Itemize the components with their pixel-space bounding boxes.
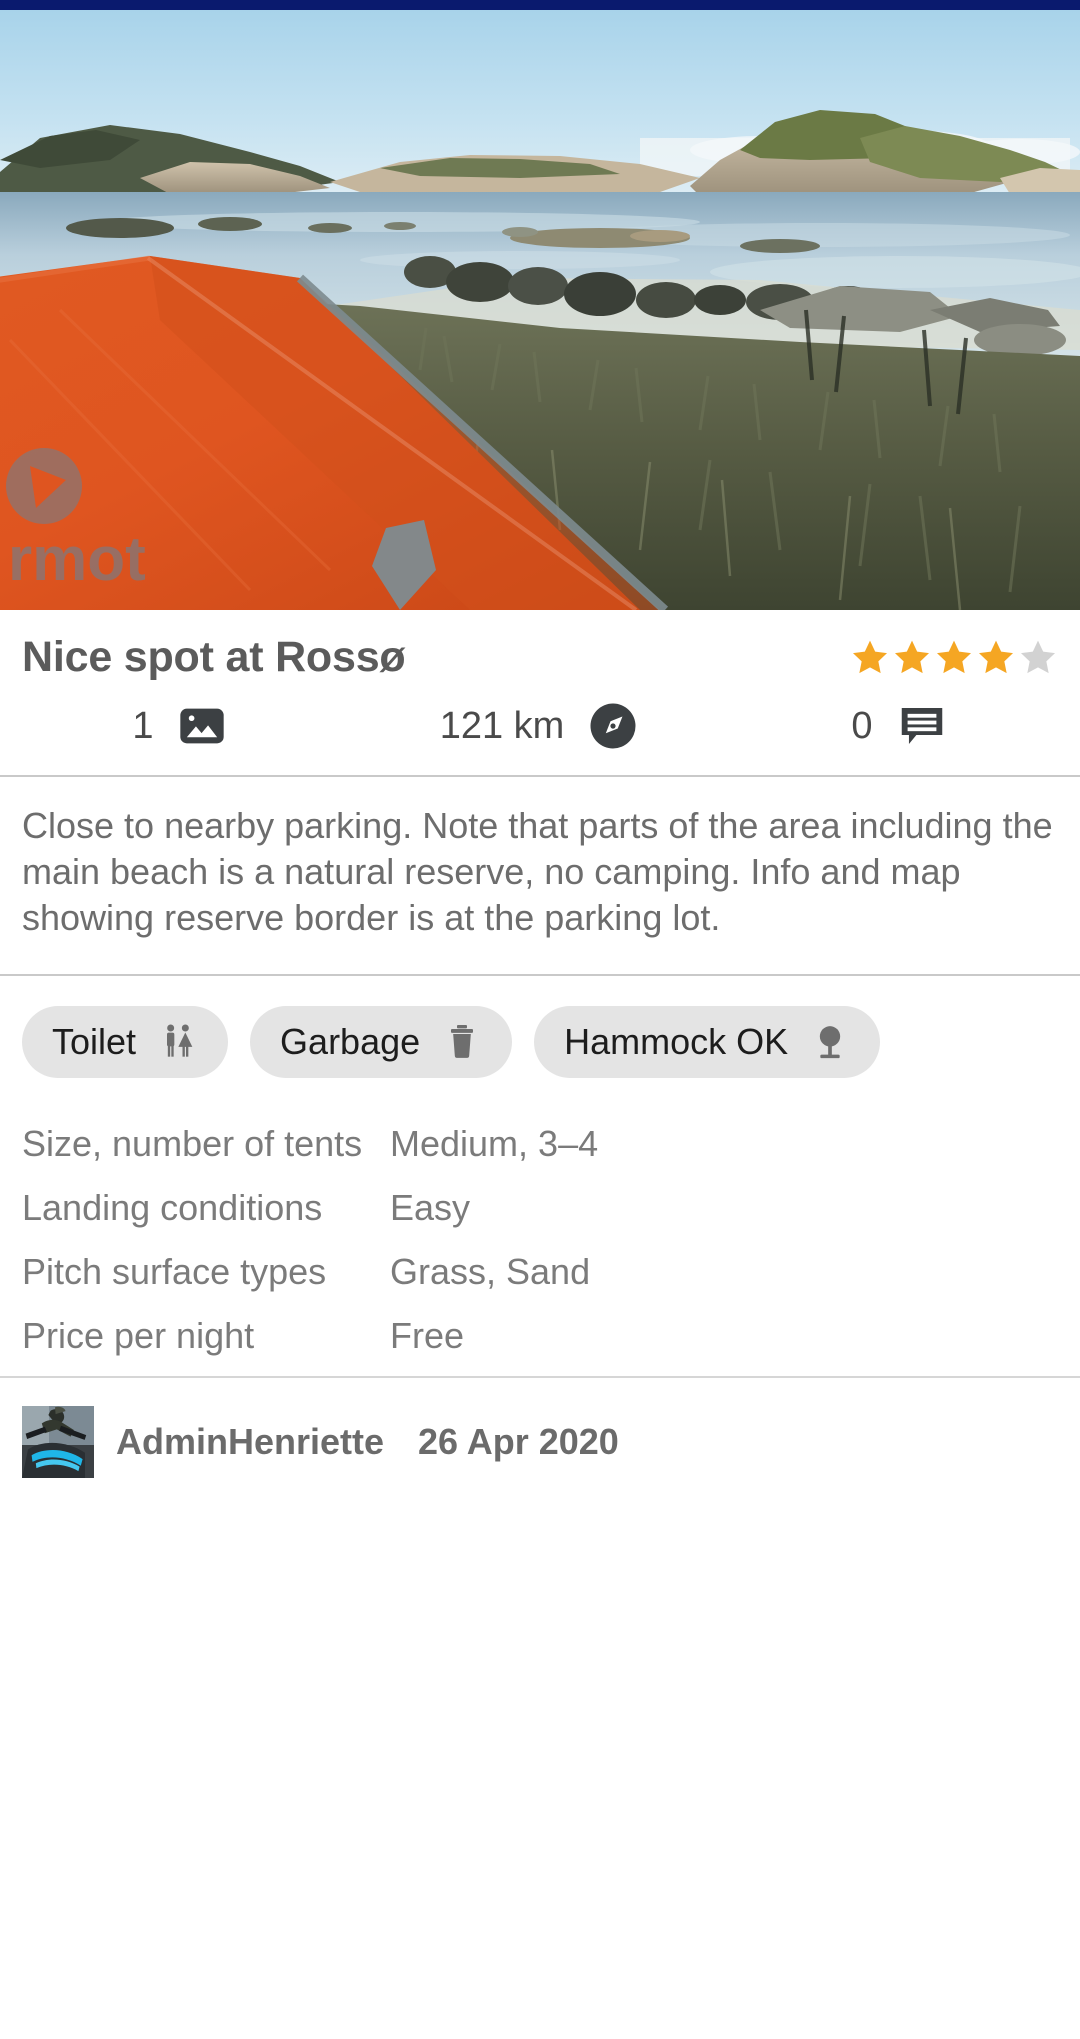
attribute-key: Size, number of tents: [22, 1122, 363, 1164]
spot-description: Close to nearby parking. Note that parts…: [22, 805, 1053, 939]
comment-icon: [901, 708, 942, 745]
attribute-value: Medium, 3–4: [390, 1122, 599, 1164]
amenity-chips: Toilet Garbage Hammock OK: [0, 976, 1080, 1100]
system-status-bar: [0, 0, 1080, 10]
tree-icon: [820, 1025, 841, 1058]
page-title: Nice spot at Rossø: [22, 633, 406, 681]
stat-photo-count[interactable]: 1: [0, 700, 360, 752]
table-row: Price per night Free: [22, 1304, 1058, 1368]
attribute-value: Grass, Sand: [390, 1250, 591, 1292]
attribute-key: Pitch surface types: [22, 1250, 327, 1292]
trash-icon: [451, 1024, 474, 1058]
spot-detail-screen: rmot Nice spot at Rossø 1 121 km 0 Close…: [0, 0, 1080, 2039]
amenity-chip-label: Garbage: [280, 1020, 421, 1062]
avatar[interactable]: [22, 1405, 94, 1478]
attribute-key: Price per night: [22, 1314, 255, 1356]
attribute-table: Size, number of tents Medium, 3–4 Landin…: [0, 1100, 1080, 1376]
author-row[interactable]: AdminHenriette 26 Apr 2020: [0, 1378, 1080, 1506]
stat-comment-count[interactable]: 0: [720, 699, 1080, 753]
star-icon-empty-5: [1021, 640, 1055, 673]
stats-row: 1 121 km 0: [0, 685, 1080, 775]
star-icon-filled-3: [937, 640, 971, 673]
star-icon-filled-1: [853, 640, 887, 673]
title-row: Nice spot at Rossø: [0, 610, 1080, 685]
attribute-value: Easy: [390, 1186, 471, 1228]
table-row: Landing conditions Easy: [22, 1176, 1058, 1240]
distance-value: 121 km: [439, 704, 565, 747]
star-icon-filled-2: [895, 640, 929, 673]
photo-count-value: 1: [132, 704, 154, 747]
attribute-key: Landing conditions: [22, 1186, 323, 1228]
comment-count-value: 0: [851, 704, 873, 747]
attribute-value: Free: [390, 1314, 465, 1356]
hero-photo-image: rmot: [0, 10, 1080, 610]
amenity-chip-label: Hammock OK: [564, 1020, 789, 1062]
amenity-chip-label: Toilet: [52, 1020, 137, 1062]
amenity-chip-garbage[interactable]: Garbage: [250, 1005, 513, 1078]
table-row: Pitch surface types Grass, Sand: [22, 1240, 1058, 1304]
star-icon-filled-4: [979, 640, 1013, 673]
amenity-chip-toilet[interactable]: Toilet: [22, 1005, 229, 1078]
author-name: AdminHenriette: [116, 1420, 385, 1462]
compass-icon: [590, 703, 636, 749]
svg-text:rmot: rmot: [8, 525, 146, 594]
image-icon: [179, 708, 224, 744]
table-row: Size, number of tents Medium, 3–4: [22, 1112, 1058, 1176]
amenity-chip-hammock[interactable]: Hammock OK: [534, 1005, 881, 1078]
spot-hero-photo[interactable]: rmot: [0, 10, 1080, 610]
author-date: 26 Apr 2020: [418, 1420, 619, 1462]
rating-stars: [850, 638, 1058, 678]
restroom-icon: [167, 1024, 193, 1057]
spot-summary-card: Nice spot at Rossø 1 121 km 0: [0, 610, 1080, 776]
stat-distance[interactable]: 121 km: [360, 699, 720, 753]
